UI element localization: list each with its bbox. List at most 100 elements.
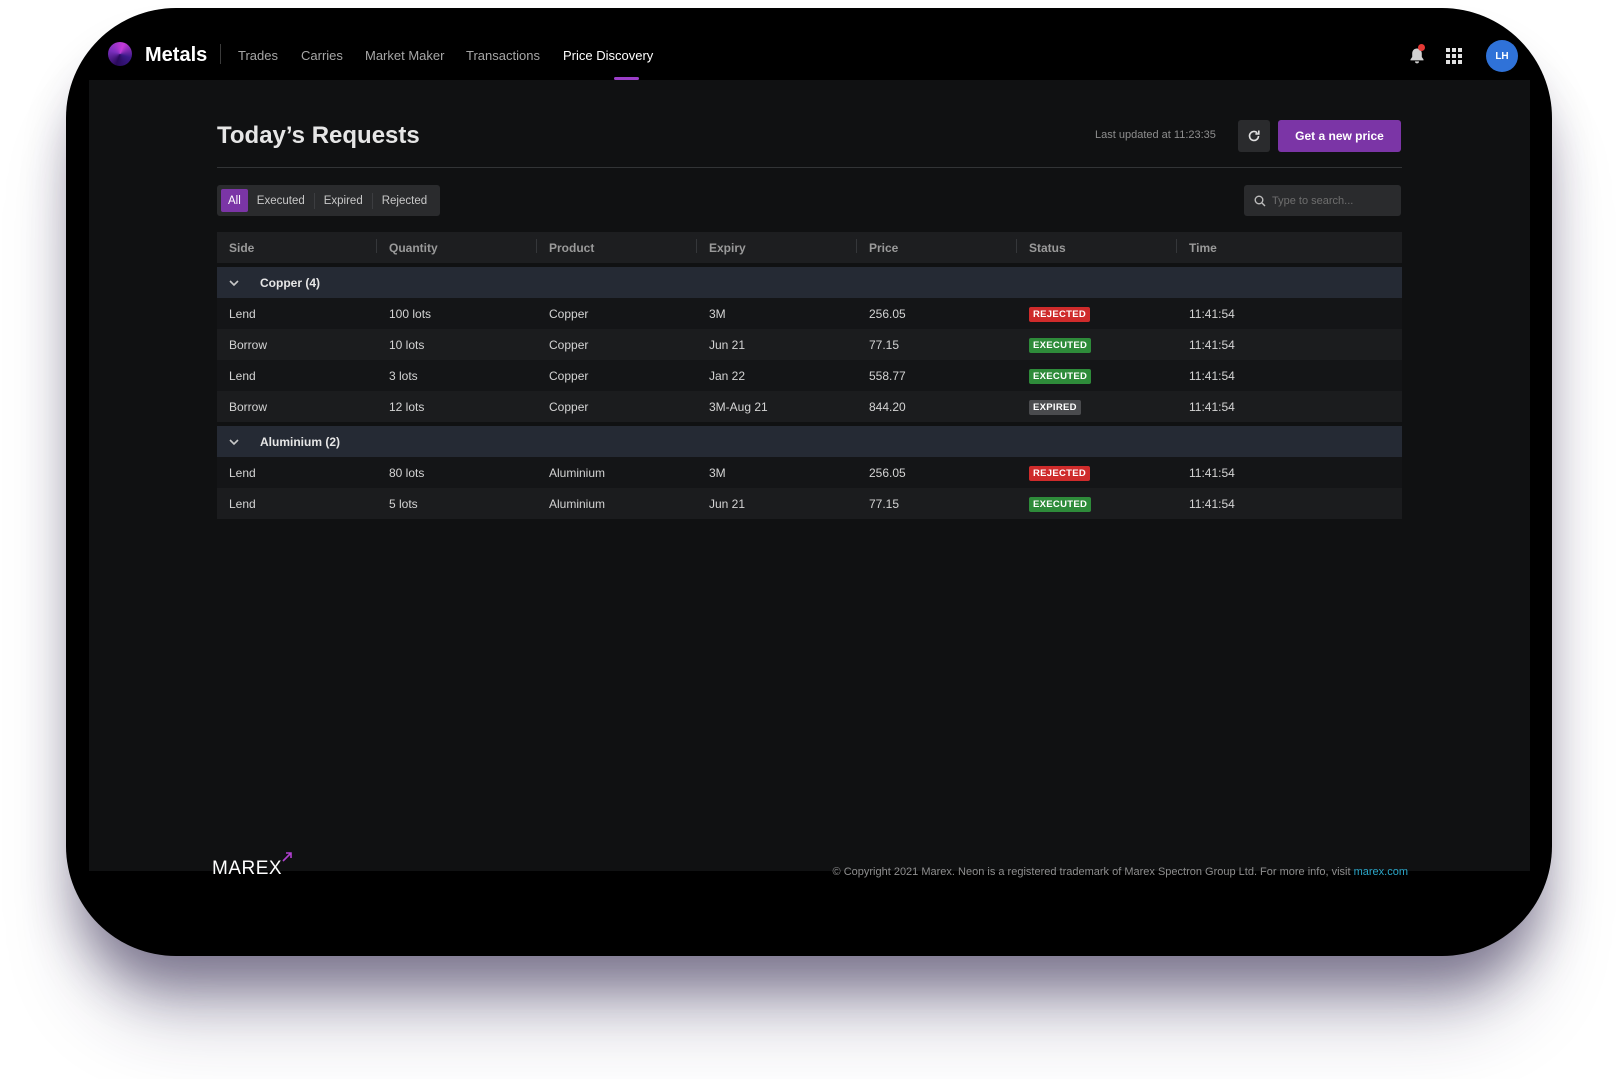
cell-time: 11:41:54 [1189, 337, 1235, 352]
table-row[interactable]: Borrow 12 lots Copper 3M-Aug 21 844.20 E… [217, 391, 1402, 422]
footer-copyright: © Copyright 2021 Marex. Neon is a regist… [833, 866, 1408, 878]
search-icon [1254, 195, 1266, 206]
status-badge: EXECUTED [1029, 337, 1092, 353]
cell-product: Aluminium [549, 465, 606, 480]
cell-price: 256.05 [869, 306, 906, 321]
refresh-icon [1248, 130, 1260, 142]
marex-logo: MAREX [212, 852, 292, 880]
cell-time: 11:41:54 [1189, 465, 1235, 480]
nav-item-transactions[interactable]: Transactions [466, 48, 540, 63]
cell-expiry: Jan 22 [709, 368, 746, 383]
chevron-down-icon[interactable] [228, 436, 240, 448]
footer-logo-text: MAREX [212, 858, 283, 879]
table-row[interactable]: Lend 3 lots Copper Jan 22 558.77 EXECUTE… [217, 360, 1402, 391]
column-header-quantity[interactable]: Quantity [377, 238, 537, 255]
chevron-down-icon[interactable] [228, 277, 240, 289]
column-header-price[interactable]: Price [857, 238, 1017, 255]
cell-side: Borrow [229, 399, 268, 414]
status-badge: REJECTED [1029, 306, 1091, 322]
cell-product: Copper [549, 399, 589, 414]
status-badge: EXPIRED [1029, 399, 1081, 415]
status-badge: EXECUTED [1029, 496, 1092, 512]
main-content: Today’s Requests Last updated at 11:23:3… [89, 80, 1530, 871]
cell-status: REJECTED [1017, 306, 1177, 322]
cell-quantity: 5 lots [389, 496, 418, 511]
cell-quantity: 10 lots [389, 337, 425, 352]
cell-expiry: Jun 21 [709, 496, 746, 511]
cell-side: Lend [229, 306, 256, 321]
requests-table: Side Quantity Product Expiry Price Statu… [217, 232, 1402, 519]
marex-link[interactable]: marex.com [1354, 866, 1408, 878]
cell-quantity: 3 lots [389, 368, 418, 383]
cell-price: 844.20 [869, 399, 906, 414]
filter-expired[interactable]: Expired [315, 189, 372, 212]
cell-expiry: 3M [709, 465, 726, 480]
cell-product: Copper [549, 368, 589, 383]
nav-item-carries[interactable]: Carries [301, 48, 343, 63]
cell-price: 558.77 [869, 368, 906, 383]
page-title: Today’s Requests [217, 122, 420, 149]
cell-side: Borrow [229, 337, 268, 352]
filter-rejected[interactable]: Rejected [373, 189, 436, 212]
group-row-aluminium[interactable]: Aluminium (2) [217, 426, 1402, 457]
title-divider [217, 167, 1402, 168]
cell-quantity: 80 lots [389, 465, 425, 480]
app-logo-icon[interactable] [108, 42, 132, 66]
group-row-copper[interactable]: Copper (4) [217, 267, 1402, 298]
cell-status: EXECUTED [1017, 337, 1177, 353]
cell-time: 11:41:54 [1189, 399, 1235, 414]
cell-price: 77.15 [869, 337, 900, 352]
apps-grid-icon[interactable] [1446, 48, 1462, 64]
search-box[interactable] [1244, 185, 1401, 216]
column-header-expiry[interactable]: Expiry [697, 238, 857, 255]
last-updated-text: Last updated at 11:23:35 [1095, 129, 1216, 141]
cell-quantity: 100 lots [389, 306, 432, 321]
top-navigation: Metals Trades Carries Market Maker Trans… [66, 8, 1552, 80]
column-header-side[interactable]: Side [217, 238, 377, 255]
device-frame: Metals Trades Carries Market Maker Trans… [66, 8, 1552, 956]
status-badge: EXECUTED [1029, 368, 1092, 384]
get-new-price-button[interactable]: Get a new price [1278, 120, 1401, 152]
cell-product: Aluminium [549, 496, 606, 511]
cell-product: Copper [549, 337, 589, 352]
cell-side: Lend [229, 368, 256, 383]
cell-expiry: 3M [709, 306, 726, 321]
cell-time: 11:41:54 [1189, 306, 1235, 321]
filter-executed[interactable]: Executed [248, 189, 314, 212]
cell-expiry: 3M-Aug 21 [709, 399, 768, 414]
user-avatar[interactable]: LH [1486, 40, 1518, 72]
refresh-button[interactable] [1238, 120, 1270, 152]
table-row[interactable]: Lend 100 lots Copper 3M 256.05 REJECTED … [217, 298, 1402, 329]
nav-item-price-discovery[interactable]: Price Discovery [563, 48, 653, 63]
cell-status: EXPIRED [1017, 399, 1177, 415]
cell-price: 256.05 [869, 465, 906, 480]
cell-time: 11:41:54 [1189, 496, 1235, 511]
nav-item-market-maker[interactable]: Market Maker [365, 48, 444, 63]
cell-time: 11:41:54 [1189, 368, 1235, 383]
app-title[interactable]: Metals [145, 44, 207, 67]
status-badge: REJECTED [1029, 465, 1091, 481]
cell-status: EXECUTED [1017, 496, 1177, 512]
cell-status: EXECUTED [1017, 368, 1177, 384]
table-row[interactable]: Lend 80 lots Aluminium 3M 256.05 REJECTE… [217, 457, 1402, 488]
copyright-text: © Copyright 2021 Marex. Neon is a regist… [832, 866, 1354, 878]
nav-item-trades[interactable]: Trades [238, 48, 278, 63]
cell-status: REJECTED [1017, 465, 1177, 481]
group-label: Aluminium (2) [260, 434, 340, 449]
group-label: Copper (4) [260, 275, 320, 290]
column-header-product[interactable]: Product [537, 238, 697, 255]
cell-expiry: Jun 21 [709, 337, 746, 352]
logo-arrow-icon [282, 852, 292, 862]
notification-badge [1418, 44, 1425, 51]
cell-side: Lend [229, 465, 256, 480]
column-header-status[interactable]: Status [1017, 238, 1177, 255]
table-row[interactable]: Lend 5 lots Aluminium Jun 21 77.15 EXECU… [217, 488, 1402, 519]
search-input[interactable] [1272, 194, 1392, 207]
cell-side: Lend [229, 496, 256, 511]
filter-all[interactable]: All [221, 189, 248, 212]
cell-price: 77.15 [869, 496, 900, 511]
nav-divider [220, 44, 221, 64]
column-header-time[interactable]: Time [1177, 241, 1337, 255]
table-row[interactable]: Borrow 10 lots Copper Jun 21 77.15 EXECU… [217, 329, 1402, 360]
cell-product: Copper [549, 306, 589, 321]
